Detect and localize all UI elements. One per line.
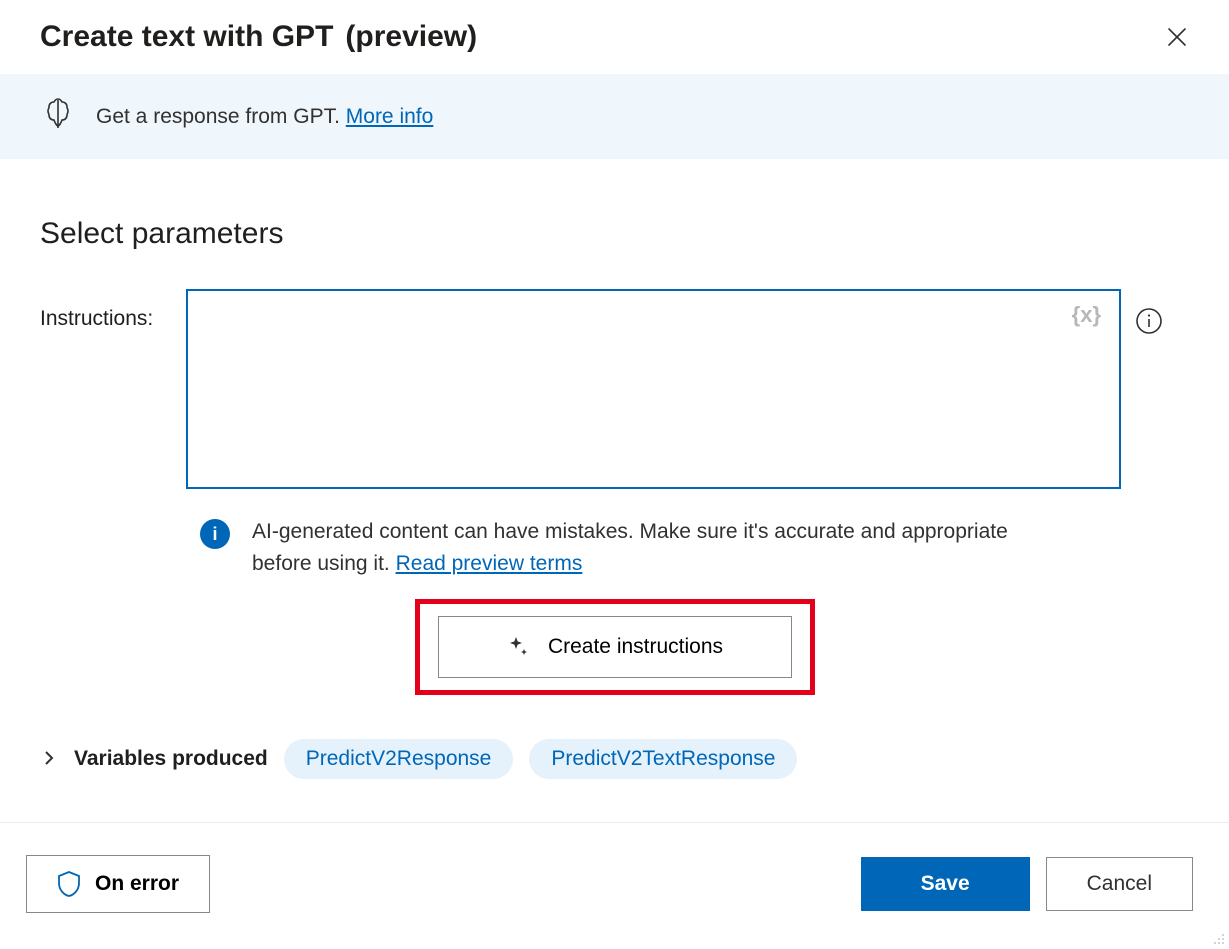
on-error-button[interactable]: On error [26,855,210,913]
instructions-label: Instructions: [40,289,172,331]
create-instructions-button[interactable]: Create instructions [438,616,792,678]
insert-variable-button[interactable]: {x} [1066,301,1107,329]
sparkle-icon [506,635,530,659]
ai-warning-text-body: AI-generated content can have mistakes. … [252,520,1008,575]
on-error-label: On error [95,872,179,896]
section-heading: Select parameters [40,217,1189,251]
dialog-title-suffix: (preview) [345,20,477,54]
dialog-title: Create text with GPT [40,20,333,54]
chevron-right-icon [40,749,58,767]
instructions-input[interactable] [186,289,1121,489]
instructions-help-button[interactable] [1135,307,1163,338]
variables-expand-toggle[interactable] [40,749,58,770]
create-instructions-label: Create instructions [548,635,723,659]
highlight-annotation: Create instructions [415,599,815,695]
info-badge-icon: i [200,519,230,549]
brain-icon [40,96,76,137]
close-button[interactable] [1161,21,1193,53]
info-bar: Get a response from GPT. More info [0,74,1229,159]
variable-chip-predictv2textresponse[interactable]: PredictV2TextResponse [529,739,797,779]
shield-icon [57,870,81,898]
footer-right: Save Cancel [861,857,1193,911]
dialog-body: Select parameters Instructions: {x} i AI… [0,159,1229,779]
save-button[interactable]: Save [861,857,1030,911]
ai-warning-text: AI-generated content can have mistakes. … [252,516,1012,579]
close-icon [1167,27,1187,47]
info-circle-icon [1135,307,1163,335]
dialog-title-wrap: Create text with GPT (preview) [40,20,477,54]
ai-warning-row: i AI-generated content can have mistakes… [40,516,1189,579]
instructions-input-wrap: {x} [186,289,1121,494]
more-info-link[interactable]: More info [346,105,434,128]
dialog-footer: On error Save Cancel [0,822,1229,949]
instructions-row: Instructions: {x} [40,289,1189,494]
variables-produced-label: Variables produced [74,747,268,771]
read-preview-terms-link[interactable]: Read preview terms [396,552,583,575]
variable-chip-predictv2response[interactable]: PredictV2Response [284,739,514,779]
info-bar-text: Get a response from GPT. More info [96,105,433,129]
cancel-button[interactable]: Cancel [1046,857,1193,911]
dialog-header: Create text with GPT (preview) [0,0,1229,74]
info-bar-text-prefix: Get a response from GPT. [96,105,346,128]
variables-produced-row: Variables produced PredictV2Response Pre… [40,739,1189,779]
